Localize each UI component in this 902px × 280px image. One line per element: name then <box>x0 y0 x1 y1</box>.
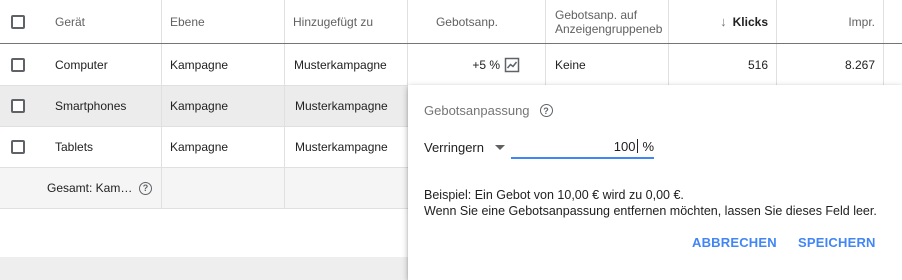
header-klicks-label: Klicks <box>732 14 768 29</box>
select-value: Verringern <box>424 139 484 155</box>
header-gebotsanp[interactable]: Gebotsanp. <box>407 0 498 43</box>
adjustment-direction-select[interactable]: Verringern <box>424 137 505 157</box>
trend-chart-icon[interactable] <box>504 57 520 73</box>
bid-adjustment-cell[interactable]: +5 % <box>407 44 520 85</box>
cancel-button[interactable]: ABBRECHEN <box>692 235 777 250</box>
device-name: Smartphones <box>55 99 127 113</box>
header-hinzugefuegt[interactable]: Hinzugefügt zu <box>293 0 373 43</box>
bid-adjustment-popup: Gebotsanpassung ? Verringern 100 % Beisp… <box>408 85 902 280</box>
added-to-cell: Musterkampagne <box>295 99 388 113</box>
device-name: Computer <box>55 57 108 72</box>
clicks-cell: 516 <box>747 57 768 72</box>
bid-adjustment-value: +5 % <box>472 57 500 72</box>
total-label: Gesamt: Kam… <box>47 181 133 195</box>
added-to-cell: Musterkampagne <box>294 57 387 72</box>
table-header: Gerät Ebene Hinzugefügt zu Gebotsanp. Ge… <box>0 0 902 44</box>
example-line-2: Wenn Sie eine Gebotsanpassung entfernen … <box>424 204 877 218</box>
level-cell: Kampagne <box>170 57 229 72</box>
added-to-cell: Musterkampagne <box>295 140 388 154</box>
header-ebene[interactable]: Ebene <box>170 0 205 43</box>
percentage-unit: % <box>642 138 654 154</box>
level-cell: Kampagne <box>170 140 229 154</box>
row-checkbox[interactable] <box>11 140 25 154</box>
example-line-1: Beispiel: Ein Gebot von 10,00 € wird zu … <box>424 188 684 202</box>
popup-title: Gebotsanpassung ? <box>424 103 553 118</box>
device-name: Tablets <box>55 140 94 154</box>
example-text: Beispiel: Ein Gebot von 10,00 € wird zu … <box>424 187 877 219</box>
select-all-checkbox[interactable] <box>11 14 25 29</box>
table-row: Computer Kampagne Musterkampagne +5 % Ke… <box>0 44 902 86</box>
adgroup-bid-cell: Keine <box>555 57 586 72</box>
header-checkbox-cell <box>11 0 31 43</box>
header-klicks[interactable]: ↓ Klicks <box>668 0 768 43</box>
text-cursor <box>637 139 639 153</box>
percentage-input[interactable]: 100 % <box>511 135 654 159</box>
help-circle-icon[interactable]: ? <box>539 104 553 117</box>
row-checkbox[interactable] <box>11 57 25 72</box>
help-circle-icon[interactable]: ? <box>139 181 152 195</box>
dropdown-caret-icon <box>494 144 505 150</box>
header-geraet[interactable]: Gerät <box>55 0 85 43</box>
impressions-cell: 8.267 <box>844 57 875 72</box>
sort-arrow-icon: ↓ <box>720 14 727 29</box>
header-impr[interactable]: Impr. <box>776 0 875 43</box>
total-help[interactable]: ? <box>139 168 152 208</box>
save-button[interactable]: SPEICHERN <box>798 235 876 250</box>
header-gebotsanp-auf[interactable]: Gebotsanp. auf Anzeigengruppeneb <box>555 0 665 43</box>
level-cell: Kampagne <box>170 99 229 113</box>
popup-title-text: Gebotsanpassung <box>424 103 530 118</box>
row-checkbox[interactable] <box>11 99 25 113</box>
percentage-value: 100 <box>613 138 636 154</box>
